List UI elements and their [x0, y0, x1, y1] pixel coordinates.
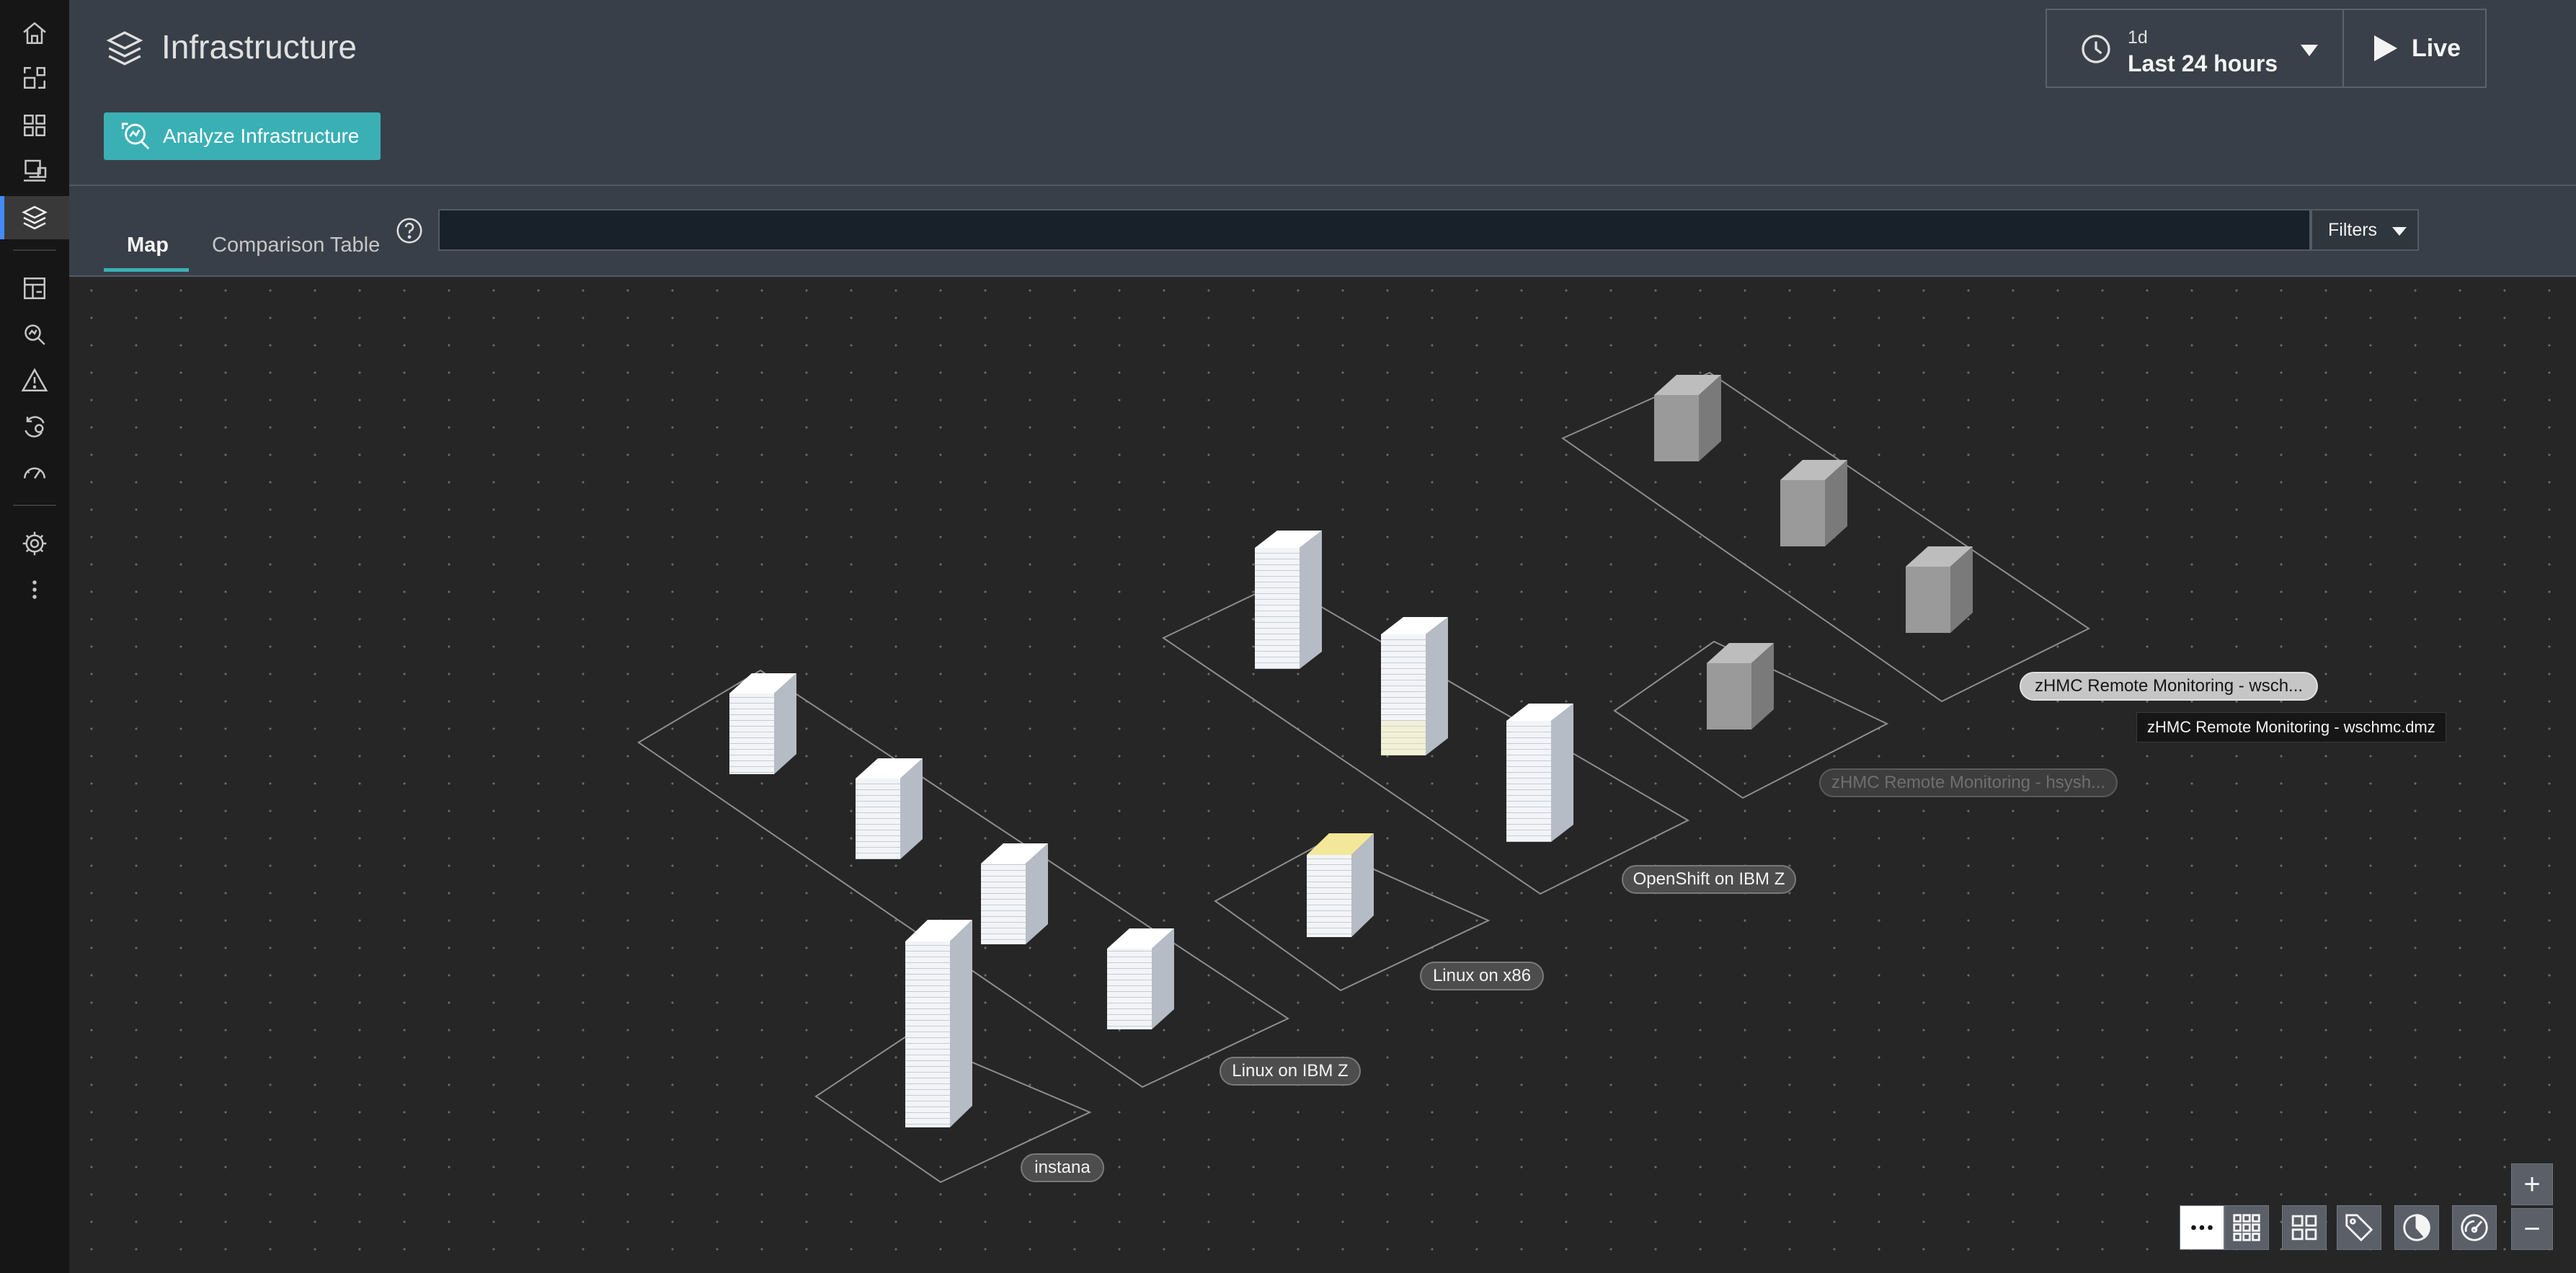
grid-icon [2233, 1214, 2260, 1241]
group-by-grid-button[interactable] [2224, 1205, 2269, 1250]
group-label-openshift[interactable]: OpenShift on IBM Z [1622, 865, 1796, 894]
group-label-linux-x86[interactable]: Linux on x86 [1420, 962, 1544, 990]
host-node[interactable] [981, 843, 1048, 944]
zhmc-wsch-hosts[interactable] [1654, 375, 1973, 633]
host-node[interactable] [1107, 928, 1174, 1029]
group-label-linux-ibmz[interactable]: Linux on IBM Z [1220, 1057, 1361, 1086]
zoom-out-button[interactable]: − [2511, 1208, 2553, 1250]
group-label-instana[interactable]: instana [1021, 1153, 1104, 1182]
host-node[interactable] [1654, 375, 1721, 461]
group-tooltip: zHMC Remote Monitoring - wschmc.dmz [2136, 712, 2446, 742]
tile-icon [2291, 1215, 2317, 1241]
tags-button[interactable] [2337, 1205, 2381, 1250]
host-node[interactable] [856, 758, 923, 859]
overflow-menu-horizontal-icon [2191, 1225, 2213, 1230]
host-node[interactable] [1255, 531, 1322, 669]
tag-icon [2345, 1214, 2373, 1242]
host-node[interactable] [1381, 617, 1448, 755]
host-node[interactable] [1906, 546, 1973, 633]
speedometer-icon [2461, 1214, 2488, 1241]
more-options-button[interactable] [2180, 1205, 2224, 1250]
metric-button[interactable] [2394, 1205, 2439, 1250]
host-node[interactable] [1506, 704, 1573, 842]
group-label-zhmc-wsch[interactable]: zHMC Remote Monitoring - wsch... [2020, 672, 2318, 701]
host-node[interactable] [1780, 460, 1847, 546]
layout-button[interactable] [2282, 1205, 2327, 1250]
group-label-zhmc-hsysh[interactable]: zHMC Remote Monitoring - hsysh... [1819, 768, 2118, 797]
host-node[interactable] [905, 920, 972, 1127]
host-node-highlighted[interactable] [1307, 833, 1374, 937]
host-node[interactable] [1707, 643, 1774, 729]
zoom-in-button[interactable]: + [2511, 1163, 2553, 1205]
performance-button[interactable] [2452, 1205, 2497, 1250]
pie-chart-icon [2403, 1214, 2430, 1241]
host-node[interactable] [729, 673, 796, 774]
openshift-hosts[interactable] [1255, 531, 1573, 842]
